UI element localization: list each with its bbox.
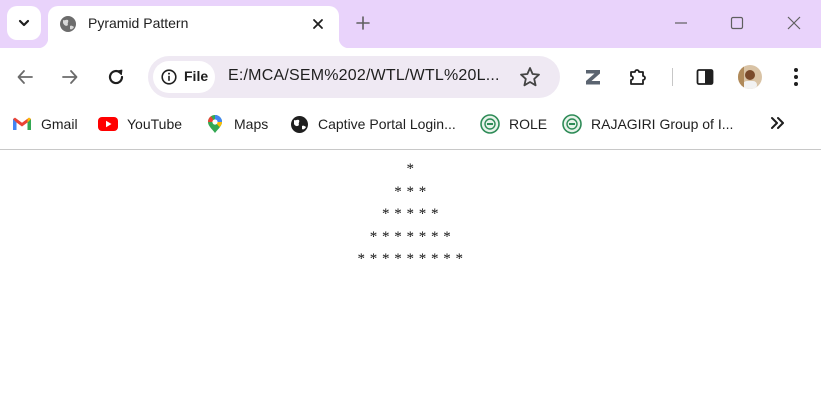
pyramid-row: * * * * * * * * * [357,251,464,267]
bookmark-role[interactable]: ROLE [480,113,547,135]
globe-icon [60,16,76,32]
minimize-icon [675,22,687,24]
more-vertical-icon [794,68,798,86]
site-chip-label: File [184,68,209,84]
side-panel-button[interactable] [690,62,720,92]
gmail-icon [12,114,32,134]
bookmark-rajagiri[interactable]: RAJAGIRI Group of I... [562,113,733,135]
z-extension-icon [586,70,600,85]
maximize-icon [730,16,744,30]
toolbar: File E:/MCA/SEM%202/WTL/WTL%20L... [0,48,821,106]
page-content: * * * * * * * * * * * * * * * * * * * * … [0,150,821,415]
rajagiri-icon [562,114,582,134]
maximize-button[interactable] [726,12,748,34]
double-chevron-right-icon [771,117,784,129]
bookmark-label: Maps [234,116,269,132]
minimize-button[interactable] [670,12,692,34]
reload-icon [108,69,124,85]
url-text[interactable]: E:/MCA/SEM%202/WTL/WTL%20L... [228,67,500,85]
bookmark-youtube[interactable]: YouTube [98,113,182,135]
bookmark-maps[interactable]: Maps [205,113,268,135]
bookmark-captive-portal[interactable]: Captive Portal Login... [289,113,456,135]
arrow-right-icon [62,70,78,84]
browser-menu-button[interactable] [781,62,811,92]
toolbar-divider [672,68,673,86]
bookmark-gmail[interactable]: Gmail [12,113,78,135]
side-panel-icon [696,69,714,85]
avatar-image [738,65,762,89]
extensions-button[interactable] [623,62,653,92]
tab-close-button[interactable] [307,13,329,35]
site-info-chip[interactable]: File [153,61,215,93]
rajagiri-icon [480,114,500,134]
tab-search-button[interactable] [7,6,41,40]
new-tab-button[interactable] [352,12,374,34]
close-icon [313,19,323,29]
tab-title: Pyramid Pattern [88,15,189,31]
profile-avatar[interactable] [738,65,762,89]
bookmark-label: RAJAGIRI Group of I... [591,116,734,132]
bookmarks-bar: Gmail YouTube Maps Captive Portal Login.… [0,106,821,142]
bookmark-star-icon[interactable] [518,65,542,89]
back-button[interactable] [10,62,40,92]
title-bar: Pyramid Pattern [0,0,821,48]
globe-icon [289,114,309,134]
pyramid-row: * [406,161,415,177]
plus-icon [356,16,370,30]
bookmark-label: Gmail [41,116,78,132]
reload-button[interactable] [101,62,131,92]
youtube-icon [98,114,118,134]
window-close-button[interactable] [783,12,805,34]
chevron-down-icon [18,19,30,27]
address-bar[interactable]: File E:/MCA/SEM%202/WTL/WTL%20L... [148,56,560,98]
more-bookmarks-button[interactable] [766,112,788,134]
bookmark-label: Captive Portal Login... [318,116,456,132]
pyramid-row: * * * * * [382,206,439,222]
pyramid-pattern: * * * * * * * * * * * * * * * * * * * * … [0,158,821,271]
info-icon [161,69,177,85]
bookmark-label: YouTube [127,116,183,132]
bookmark-label: ROLE [509,116,548,132]
close-icon [787,16,801,30]
puzzle-icon [630,69,646,85]
arrow-left-icon [17,70,33,84]
pyramid-row: * * * [394,183,427,200]
maps-icon [205,114,225,134]
active-tab[interactable]: Pyramid Pattern [38,6,349,48]
pyramid-row: * * * * * * * [369,228,452,245]
forward-button[interactable] [55,62,85,92]
z-extension-button[interactable] [578,62,608,92]
